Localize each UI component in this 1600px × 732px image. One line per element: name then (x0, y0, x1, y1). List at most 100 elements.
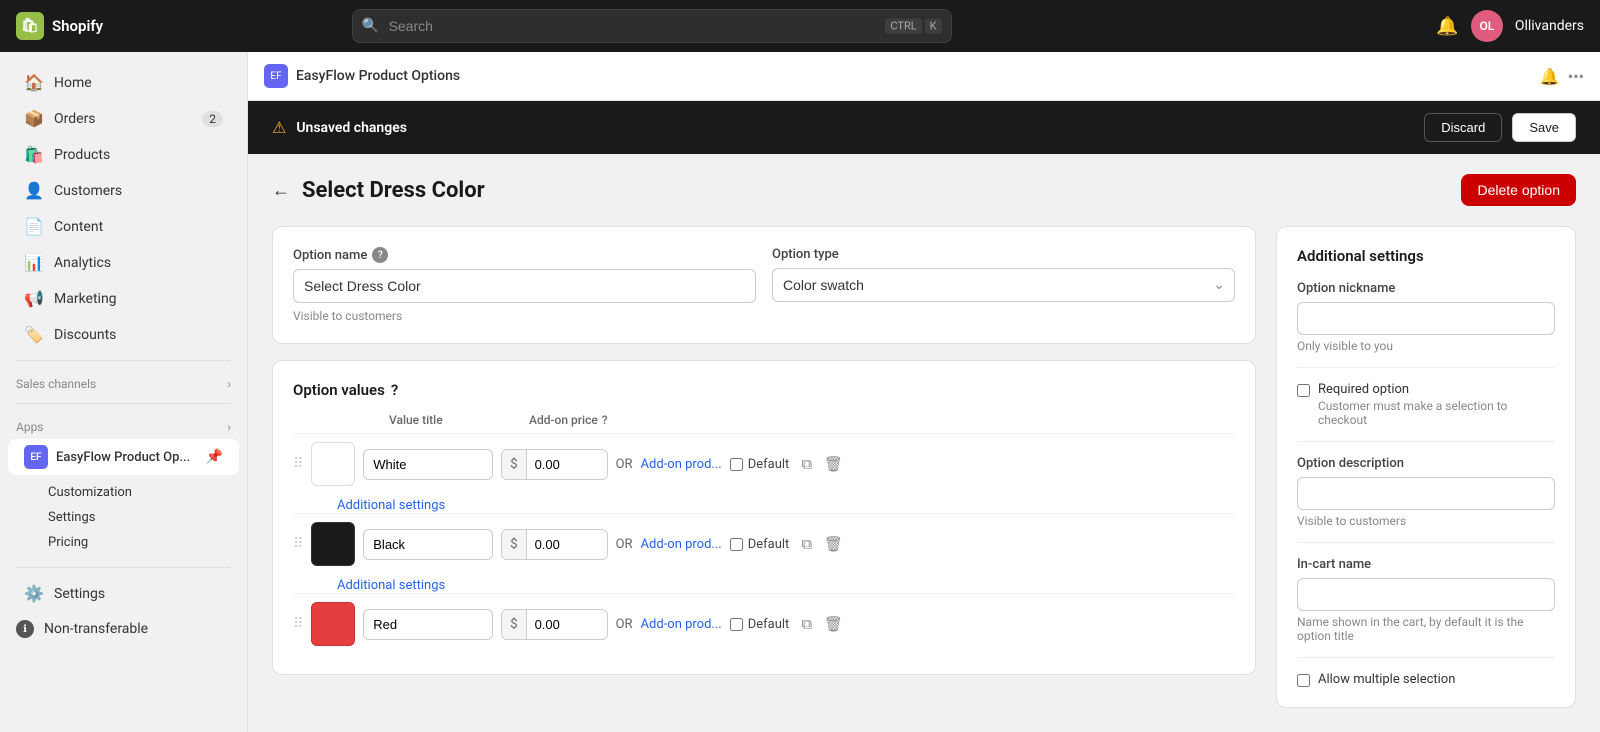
addon-price-input-red[interactable] (527, 610, 607, 639)
drag-handle-red[interactable]: ⠿ (293, 616, 303, 632)
copy-button-white[interactable]: ⧉ (797, 452, 816, 477)
or-text-black: OR (616, 537, 633, 552)
delete-button-white[interactable]: 🗑 (820, 451, 847, 477)
sidebar-item-easyflow[interactable]: EF EasyFlow Product Op... 📌 (8, 439, 239, 475)
app-bar-more-icon[interactable]: ••• (1568, 67, 1584, 86)
content-icon: 📄 (24, 217, 44, 236)
row-actions-red: ⧉ 🗑 (797, 611, 847, 637)
sidebar-sub-item-pricing[interactable]: Pricing (40, 530, 231, 555)
save-button[interactable]: Save (1512, 113, 1576, 142)
search-input[interactable] (352, 9, 952, 43)
sidebar-sub-item-customization[interactable]: Customization (40, 480, 231, 505)
addon-price-input-white[interactable] (527, 450, 607, 479)
sidebar-item-settings[interactable]: ⚙️ Settings (8, 576, 239, 611)
additional-settings-link-black[interactable]: Additional settings (293, 574, 1235, 593)
drag-handle-black[interactable]: ⠿ (293, 536, 303, 552)
nickname-hint: Only visible to you (1297, 339, 1555, 353)
sidebar-divider (16, 360, 231, 361)
default-checkbox-white[interactable] (730, 458, 743, 471)
sidebar-sub-item-settings[interactable]: Settings (40, 505, 231, 530)
easyflow-app-label: EasyFlow Product Op... (56, 450, 198, 465)
addon-prod-link-red[interactable]: Add-on prod... (641, 617, 722, 632)
shopify-logo: 🛍 Shopify (16, 12, 103, 40)
multiple-selection-checkbox[interactable] (1297, 674, 1310, 687)
analytics-icon: 📊 (24, 253, 44, 272)
color-swatch-white[interactable] (311, 442, 355, 486)
color-swatch-red[interactable] (311, 602, 355, 646)
copy-button-red[interactable]: ⧉ (797, 612, 816, 637)
right-divider-3 (1297, 542, 1555, 543)
copy-button-black[interactable]: ⧉ (797, 532, 816, 557)
notification-bell-icon[interactable]: 🔔 (1436, 16, 1458, 37)
nontransfer-icon: ℹ (16, 620, 34, 638)
nickname-input[interactable] (1297, 302, 1555, 335)
sidebar-item-analytics[interactable]: 📊 Analytics (8, 245, 239, 280)
sidebar-item-products[interactable]: 🛍️ Products (8, 137, 239, 172)
value-title-input-red[interactable] (363, 609, 493, 640)
additional-settings-link-white[interactable]: Additional settings (293, 494, 1235, 513)
incart-label: In-cart name (1297, 557, 1555, 572)
addon-prod-link-white[interactable]: Add-on prod... (641, 457, 722, 472)
sidebar-item-orders[interactable]: 📦 Orders 2 (8, 101, 239, 136)
sidebar-item-home[interactable]: 🏠 Home (8, 65, 239, 100)
nontransfer-label: Non-transferable (44, 621, 148, 637)
option-type-field: Option type Color swatch Text Dropdown I… (772, 247, 1235, 302)
description-hint: Visible to customers (1297, 514, 1555, 528)
row-actions-white: ⧉ 🗑 (797, 451, 847, 477)
option-type-select[interactable]: Color swatch Text Dropdown Image swatch (772, 268, 1235, 302)
app-bar: EF EasyFlow Product Options 🔔 ••• (248, 52, 1600, 101)
col-value-title-header: Value title (389, 413, 529, 427)
required-option-row: Required option Customer must make a sel… (1297, 382, 1555, 427)
sidebar-item-label: Content (54, 219, 103, 235)
color-swatch-black[interactable] (311, 522, 355, 566)
required-option-text: Required option Customer must make a sel… (1318, 382, 1555, 427)
back-button[interactable]: ← (272, 180, 290, 201)
incart-input[interactable] (1297, 578, 1555, 611)
delete-option-button[interactable]: Delete option (1461, 174, 1576, 206)
default-checkbox-black[interactable] (730, 538, 743, 551)
addon-price-input-black[interactable] (527, 530, 607, 559)
app-pin-icon[interactable]: 📌 (206, 449, 223, 465)
discard-button[interactable]: Discard (1424, 113, 1502, 142)
app-bar-bell-icon[interactable]: 🔔 (1540, 67, 1560, 86)
sales-channels-expand-icon[interactable]: › (227, 377, 231, 391)
default-label-red: Default (748, 617, 790, 632)
option-name-help-icon[interactable]: ? (372, 247, 388, 263)
required-option-checkbox[interactable] (1297, 384, 1310, 397)
option-values-card: Option values ? Value title Add-on price… (272, 360, 1256, 675)
description-input[interactable] (1297, 477, 1555, 510)
sidebar-settings-label: Settings (54, 586, 105, 602)
page-body: Option name ? Visible to customers Optio… (248, 226, 1600, 732)
right-panel: Additional settings Option nickname Only… (1276, 226, 1576, 708)
option-name-card: Option name ? Visible to customers Optio… (272, 226, 1256, 344)
sidebar-item-discounts[interactable]: 🏷️ Discounts (8, 317, 239, 352)
option-values-help-icon[interactable]: ? (391, 381, 398, 399)
delete-button-black[interactable]: 🗑 (820, 531, 847, 557)
apps-section: Apps › (0, 412, 247, 438)
sidebar-item-marketing[interactable]: 📢 Marketing (8, 281, 239, 316)
sidebar-item-customers[interactable]: 👤 Customers (8, 173, 239, 208)
delete-button-red[interactable]: 🗑 (820, 611, 847, 637)
value-title-input-white[interactable] (363, 449, 493, 480)
addon-prod-link-black[interactable]: Add-on prod... (641, 537, 722, 552)
products-icon: 🛍️ (24, 145, 44, 164)
addon-price-group-red: $ (501, 609, 607, 640)
addon-price-help-icon[interactable]: ? (602, 413, 608, 427)
sidebar-item-label: Products (54, 147, 110, 163)
sales-channels-label: Sales channels (16, 377, 96, 391)
drag-handle-white[interactable]: ⠿ (293, 456, 303, 472)
default-checkbox-red[interactable] (730, 618, 743, 631)
sidebar-item-content[interactable]: 📄 Content (8, 209, 239, 244)
option-name-input[interactable] (293, 269, 756, 303)
page-inner: ← Select Dress Color Delete option Optio… (248, 154, 1600, 732)
apps-expand-icon[interactable]: › (227, 420, 231, 434)
sidebar-item-label: Analytics (54, 255, 111, 271)
avatar[interactable]: OL (1471, 10, 1503, 42)
addon-price-group-white: $ (501, 449, 607, 480)
value-title-input-black[interactable] (363, 529, 493, 560)
easyflow-sub-menu: Customization Settings Pricing (0, 476, 247, 559)
search-bar[interactable]: 🔍 CTRL K (352, 9, 952, 43)
nickname-label: Option nickname (1297, 281, 1555, 296)
value-row-black: ⠿ $ OR Add-on prod... Default (293, 513, 1235, 574)
currency-symbol-white: $ (502, 450, 526, 479)
